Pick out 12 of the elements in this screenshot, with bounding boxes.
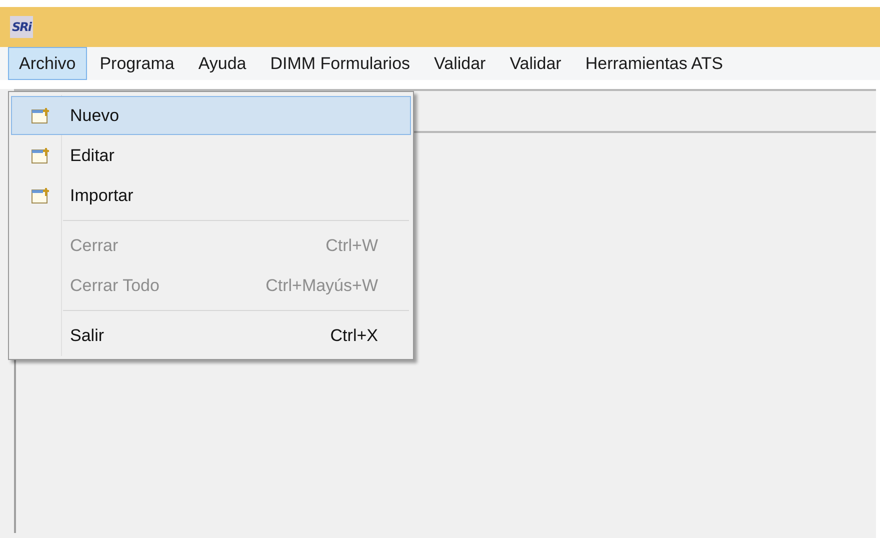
menu-item[interactable]: Nuevo bbox=[11, 96, 411, 135]
app-logo: SRi bbox=[10, 16, 33, 38]
menu-bar-item[interactable]: Validar bbox=[423, 47, 497, 80]
menu-item[interactable]: Importar bbox=[11, 176, 411, 215]
menu-bar-item[interactable]: Validar bbox=[498, 47, 572, 80]
menu-item[interactable]: Editar bbox=[11, 136, 411, 175]
menu-bar-item[interactable]: Herramientas ATS bbox=[574, 47, 734, 80]
menu-bar-item[interactable]: Ayuda bbox=[187, 47, 258, 80]
menu-bar-item[interactable]: DIMM Formularios bbox=[259, 47, 422, 80]
menu-item[interactable]: Salir Ctrl+X bbox=[11, 316, 411, 355]
menu-bar-item[interactable]: Archivo bbox=[8, 47, 87, 80]
menu-bar-item[interactable]: Programa bbox=[88, 47, 186, 80]
